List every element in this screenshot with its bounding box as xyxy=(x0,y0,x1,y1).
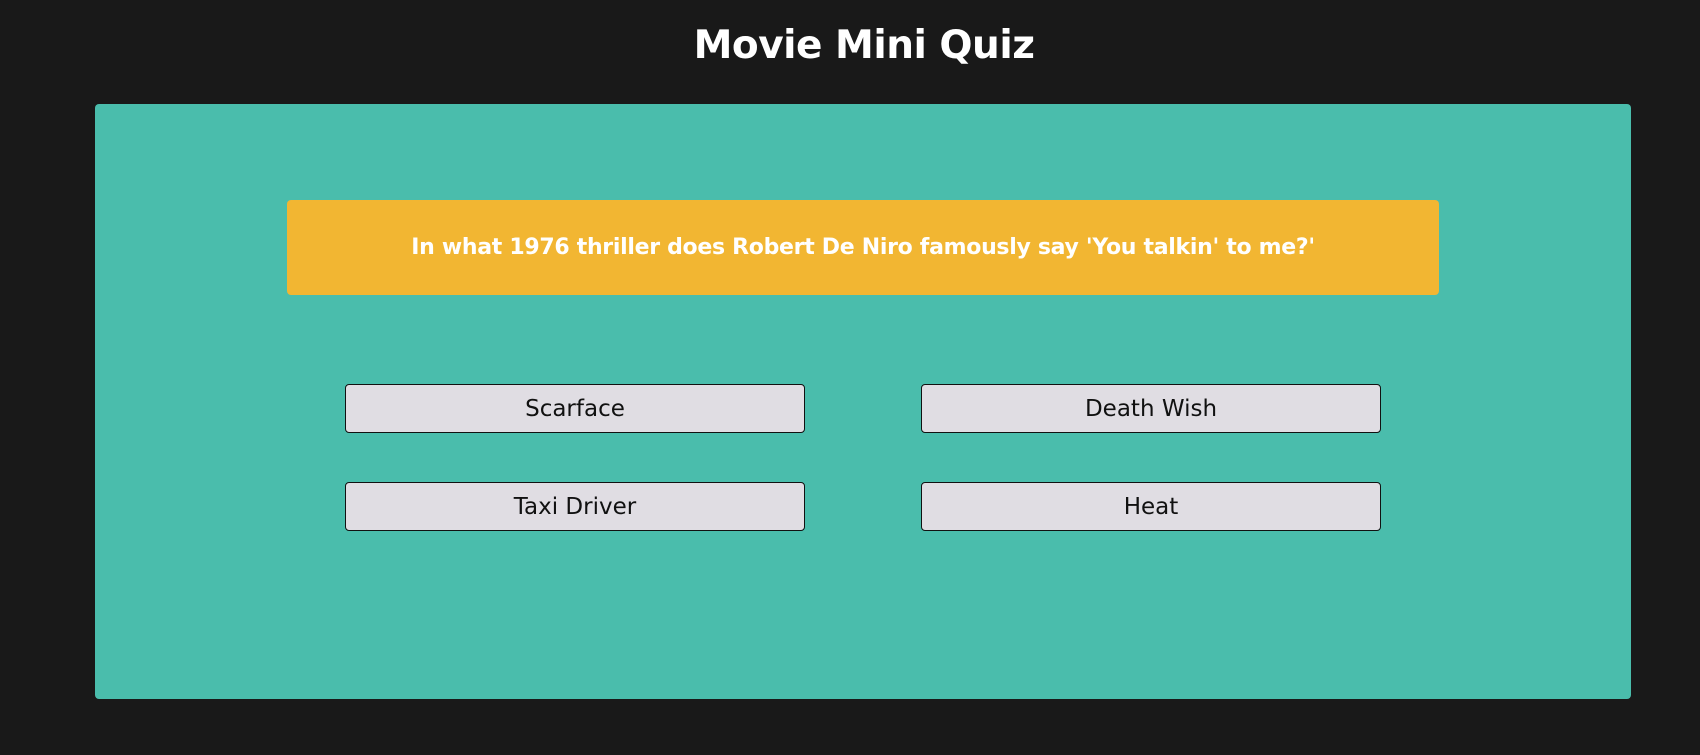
page-title: Movie Mini Quiz xyxy=(693,23,1035,68)
quiz-panel: In what 1976 thriller does Robert De Nir… xyxy=(95,104,1631,699)
answer-button-heat[interactable]: Heat xyxy=(921,482,1381,531)
answer-button-death-wish[interactable]: Death Wish xyxy=(921,384,1381,433)
answer-button-taxi-driver[interactable]: Taxi Driver xyxy=(345,482,805,531)
answer-button-scarface[interactable]: Scarface xyxy=(345,384,805,433)
question-box: In what 1976 thriller does Robert De Nir… xyxy=(287,200,1439,295)
question-text: In what 1976 thriller does Robert De Nir… xyxy=(411,235,1315,260)
